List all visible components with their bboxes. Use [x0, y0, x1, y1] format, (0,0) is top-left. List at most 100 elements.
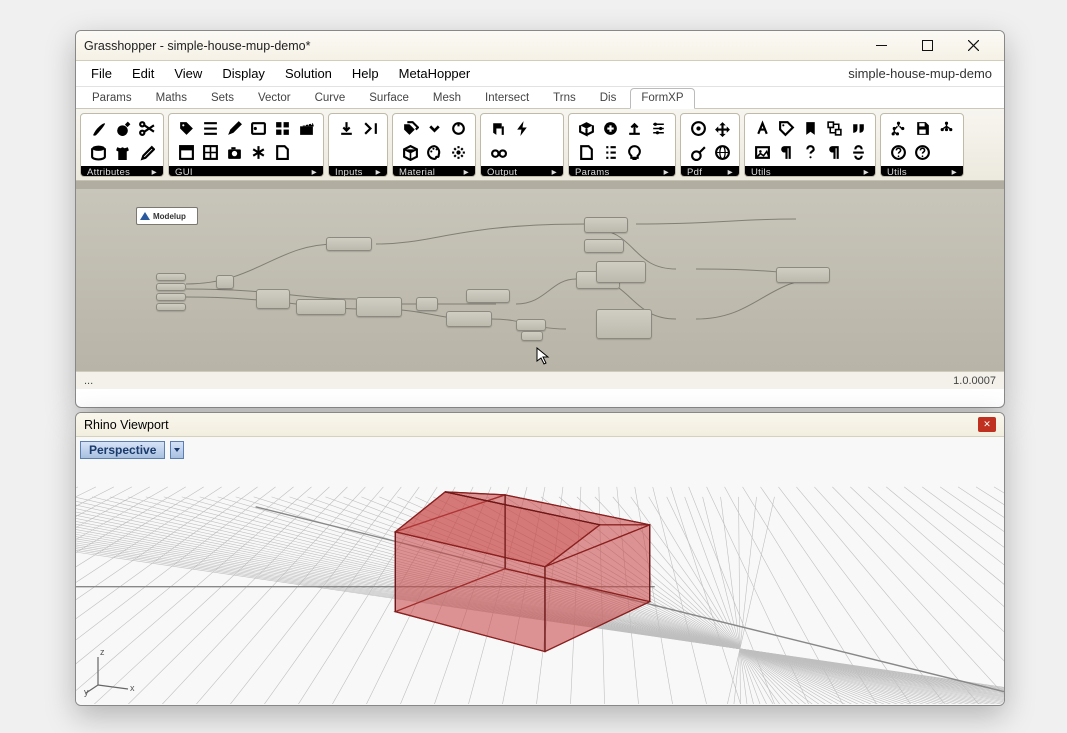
strike-icon[interactable]: [847, 141, 869, 163]
blank-icon[interactable]: [535, 117, 557, 139]
title-bar[interactable]: Grasshopper - simple-house-mup-demo*: [76, 31, 1004, 61]
rhino-title-bar[interactable]: Rhino Viewport ✕: [76, 413, 1004, 437]
panel-label[interactable]: Utils▸: [745, 166, 875, 177]
tag2-icon[interactable]: [247, 117, 269, 139]
asterisk-icon[interactable]: [247, 141, 269, 163]
axis-gizmo[interactable]: z x y: [86, 645, 136, 695]
panel-label[interactable]: Params▸: [569, 166, 675, 177]
menu-edit[interactable]: Edit: [123, 63, 163, 84]
panel-icon[interactable]: [175, 141, 197, 163]
viewport[interactable]: Perspective: [76, 437, 1004, 705]
quote-icon[interactable]: [847, 117, 869, 139]
tab-mesh[interactable]: Mesh: [423, 89, 471, 108]
tab-curve[interactable]: Curve: [305, 89, 356, 108]
blank-icon[interactable]: [535, 141, 557, 163]
tshirt-icon[interactable]: [111, 141, 133, 163]
blank-icon[interactable]: [511, 141, 533, 163]
tags-icon[interactable]: [399, 117, 421, 139]
cube-icon[interactable]: [575, 117, 597, 139]
list-icon[interactable]: [199, 117, 221, 139]
blank-icon[interactable]: [335, 141, 357, 163]
tab-intersect[interactable]: Intersect: [475, 89, 539, 108]
glasses-icon[interactable]: [487, 141, 509, 163]
guitar-icon[interactable]: [687, 141, 709, 163]
grid-icon[interactable]: [271, 117, 293, 139]
package-icon[interactable]: [399, 141, 421, 163]
canvas-surface[interactable]: Modelup: [76, 189, 1004, 371]
knob-icon[interactable]: [447, 117, 469, 139]
brush-icon[interactable]: [87, 117, 109, 139]
bulb-icon[interactable]: [623, 141, 645, 163]
plus-circle-icon[interactable]: [599, 117, 621, 139]
minimize-button[interactable]: [858, 31, 904, 61]
panel-label[interactable]: Material▸: [393, 166, 475, 177]
blank-icon[interactable]: [359, 141, 381, 163]
clapper-icon[interactable]: [295, 117, 317, 139]
view-mode-label[interactable]: Perspective: [80, 441, 165, 459]
menu-file[interactable]: File: [82, 63, 121, 84]
bookmark-icon[interactable]: [799, 117, 821, 139]
menu-metahopper[interactable]: MetaHopper: [390, 63, 480, 84]
scissors-icon[interactable]: [135, 117, 157, 139]
target-icon[interactable]: [687, 117, 709, 139]
pencil-icon[interactable]: [223, 117, 245, 139]
listv-icon[interactable]: [599, 141, 621, 163]
tab-formxp[interactable]: FormXP: [630, 88, 694, 109]
menu-display[interactable]: Display: [213, 63, 274, 84]
tab-vector[interactable]: Vector: [248, 89, 301, 108]
pilcrow2-icon[interactable]: [823, 141, 845, 163]
eyedropper-icon[interactable]: [135, 141, 157, 163]
view-mode-dropdown[interactable]: [170, 441, 184, 459]
bolt-icon[interactable]: [511, 117, 533, 139]
palette-icon[interactable]: [423, 141, 445, 163]
tag-icon[interactable]: [175, 117, 197, 139]
image-icon[interactable]: [751, 141, 773, 163]
settings2-icon[interactable]: [447, 141, 469, 163]
bomb-icon[interactable]: [111, 117, 133, 139]
arrows-icon[interactable]: [711, 117, 733, 139]
transform-icon[interactable]: [823, 117, 845, 139]
rhino-close-button[interactable]: ✕: [978, 417, 996, 432]
blank-icon[interactable]: [295, 141, 317, 163]
qcircle-icon[interactable]: [887, 141, 909, 163]
menu-view[interactable]: View: [165, 63, 211, 84]
import-icon[interactable]: [335, 117, 357, 139]
db-icon[interactable]: [87, 141, 109, 163]
blank-icon[interactable]: [647, 141, 669, 163]
sliders-icon[interactable]: [647, 117, 669, 139]
tab-dis[interactable]: Dis: [590, 89, 627, 108]
qmark-icon[interactable]: [799, 141, 821, 163]
export-icon[interactable]: [623, 117, 645, 139]
menu-solution[interactable]: Solution: [276, 63, 341, 84]
paint-icon[interactable]: [487, 117, 509, 139]
qcircle2-icon[interactable]: [911, 141, 933, 163]
panel-label[interactable]: Inputs▸: [329, 166, 387, 177]
tree2-icon[interactable]: [935, 117, 957, 139]
camera-icon[interactable]: [223, 141, 245, 163]
tab-sets[interactable]: Sets: [201, 89, 244, 108]
font-icon[interactable]: [751, 117, 773, 139]
pilcrow-icon[interactable]: [775, 141, 797, 163]
maximize-button[interactable]: [904, 31, 950, 61]
tab-trns[interactable]: Trns: [543, 89, 586, 108]
tree-icon[interactable]: [887, 117, 909, 139]
file-icon[interactable]: [271, 141, 293, 163]
panel-label[interactable]: GUI▸: [169, 166, 323, 177]
tab-surface[interactable]: Surface: [359, 89, 419, 108]
panel-label[interactable]: Output▸: [481, 166, 563, 177]
tag3-icon[interactable]: [775, 117, 797, 139]
panel-label[interactable]: Attributes▸: [81, 166, 163, 177]
down-icon[interactable]: [423, 117, 445, 139]
menu-help[interactable]: Help: [343, 63, 388, 84]
save-icon[interactable]: [911, 117, 933, 139]
canvas[interactable]: Modelup: [76, 181, 1004, 371]
table-icon[interactable]: [199, 141, 221, 163]
globe-icon[interactable]: [711, 141, 733, 163]
tab-maths[interactable]: Maths: [146, 89, 197, 108]
file-icon[interactable]: [575, 141, 597, 163]
tab-params[interactable]: Params: [82, 89, 142, 108]
panel-label[interactable]: Utils▸: [881, 166, 963, 177]
panel-label[interactable]: Pdf▸: [681, 166, 739, 177]
blank-icon[interactable]: [935, 141, 957, 163]
close-button[interactable]: [950, 31, 996, 61]
